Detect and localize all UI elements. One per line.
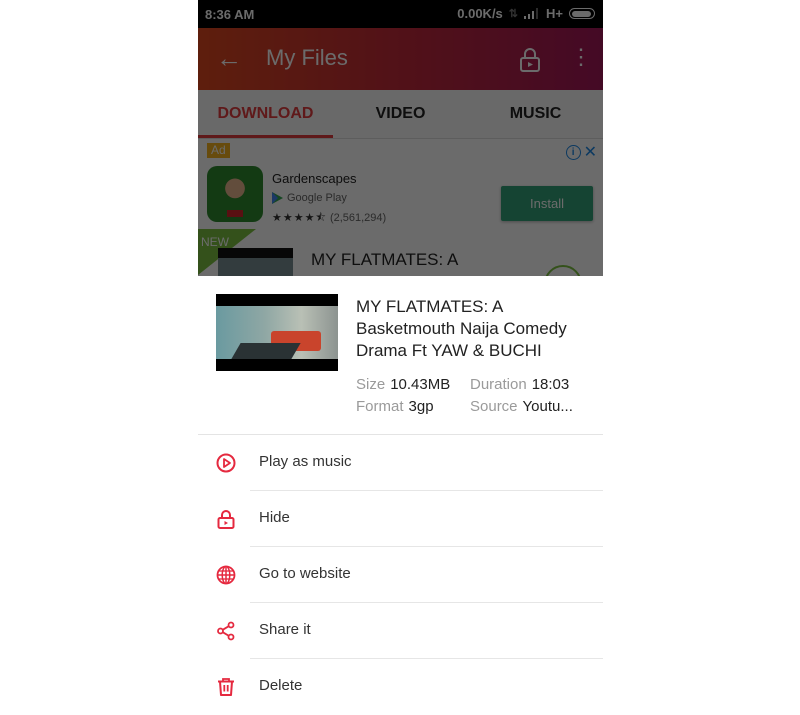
format-label: Format [356,398,404,415]
menu-item-label: Go to website [259,565,351,582]
video-meta: Size 10.43MB Duration 18:03 Format 3gp Sour… [356,374,584,418]
size-value: 10.43MB [390,376,451,393]
menu-item-label: Share it [259,621,311,638]
menu-item-hide[interactable]: Hide [198,491,603,547]
source-value: Youtu... [522,398,573,415]
action-menu: Play as music Hide Go to website Share i… [198,435,603,715]
menu-item-share-it[interactable]: Share it [198,603,603,659]
globe-icon [216,565,236,585]
menu-item-label: Hide [259,509,290,526]
menu-item-go-to-website[interactable]: Go to website [198,547,603,603]
size-label: Size [356,376,386,393]
bottom-sheet: MY FLATMATES: A Basketmouth Naija Comedy… [198,276,603,715]
trash-icon [216,677,236,697]
menu-item-label: Play as music [259,453,352,470]
scrim-overlay[interactable] [198,0,603,276]
share-icon [216,621,236,641]
lock-icon [216,509,236,529]
duration-label: Duration [470,376,527,393]
source-label: Source [470,398,518,415]
menu-item-delete[interactable]: Delete [198,659,603,715]
phone-screen: 8:36 AM 0.00K/s ⇅ H+ ← My Files ⋮ DOWNLO… [198,0,603,715]
video-title: MY FLATMATES: A Basketmouth Naija Comedy… [356,297,567,360]
play-circle-icon [216,453,236,473]
format-value: 3gp [408,398,434,415]
menu-item-label: Delete [259,677,303,694]
duration-value: 18:03 [531,376,570,393]
video-thumbnail [216,294,338,371]
menu-item-play-as-music[interactable]: Play as music [198,435,603,491]
